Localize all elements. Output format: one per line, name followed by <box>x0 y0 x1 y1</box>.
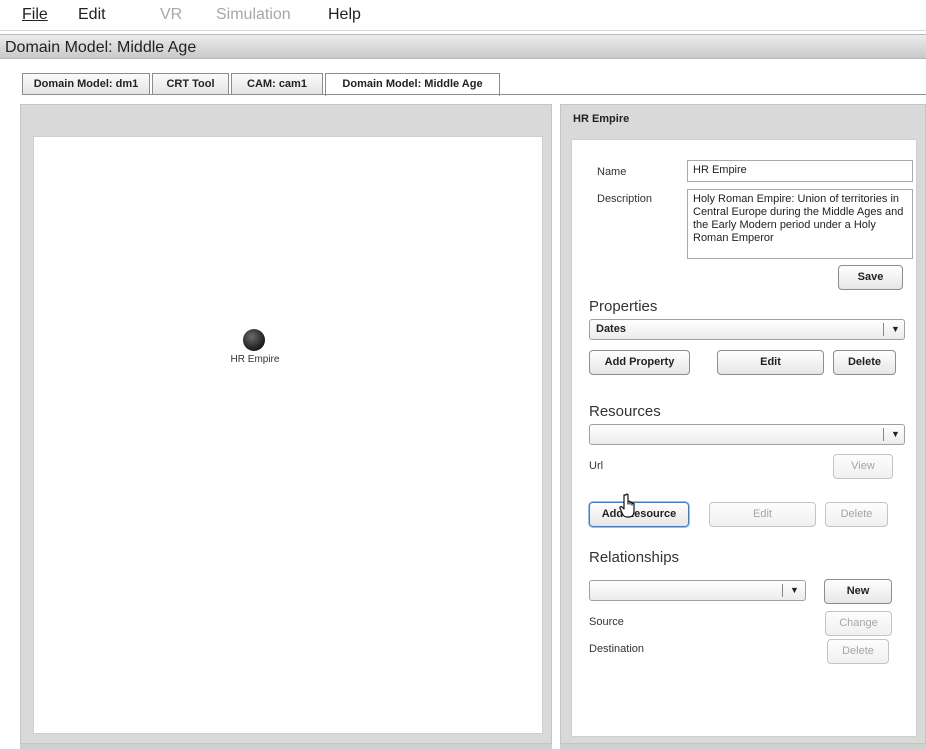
description-label: Description <box>597 193 653 205</box>
add-resource-button[interactable]: Add Resource <box>589 502 689 527</box>
menu-simulation: Simulation <box>216 6 291 23</box>
menu-edit[interactable]: Edit <box>78 6 106 24</box>
delete-property-button[interactable]: Delete <box>833 350 896 375</box>
save-button[interactable]: Save <box>838 265 903 290</box>
tab-domain-model-middle-age[interactable]: Domain Model: Middle Age <box>325 73 500 96</box>
menu-file[interactable]: File <box>22 6 48 24</box>
menu-help[interactable]: Help <box>328 6 361 24</box>
properties-dropdown[interactable]: Dates ▼ <box>589 319 905 340</box>
change-relationship-button[interactable]: Change <box>825 611 892 636</box>
delete-relationship-button[interactable]: Delete <box>827 639 889 664</box>
graph-canvas[interactable]: HR Empire <box>33 136 543 734</box>
chevron-down-icon: ▼ <box>891 324 900 334</box>
graph-panel-footer <box>20 744 552 749</box>
dropdown-separator <box>782 584 783 597</box>
properties-heading: Properties <box>589 298 658 315</box>
detail-title: HR Empire <box>573 113 630 125</box>
graph-panel: HR Empire <box>20 104 552 744</box>
menu-vr: VR <box>160 6 183 23</box>
menu-bar: File Edit VR Simulation Help <box>0 0 926 31</box>
menu-file-label: File <box>22 6 48 23</box>
name-label: Name <box>597 166 627 178</box>
chevron-down-icon: ▼ <box>891 429 900 439</box>
graph-node-hr-empire[interactable] <box>243 329 265 351</box>
tab-domain-model-dm1[interactable]: Domain Model: dm1 <box>22 73 150 94</box>
view-resource-button[interactable]: View <box>833 454 893 479</box>
resources-dropdown[interactable]: ▼ <box>589 424 905 445</box>
graph-node-label: HR Empire <box>230 354 280 365</box>
dropdown-separator <box>883 323 884 336</box>
detail-panel-footer <box>560 744 926 749</box>
tab-divider <box>22 94 926 95</box>
dropdown-separator <box>883 428 884 441</box>
tab-crt-tool[interactable]: CRT Tool <box>152 73 229 94</box>
tab-cam-cam1[interactable]: CAM: cam1 <box>231 73 323 94</box>
relationships-dropdown[interactable]: ▼ <box>589 580 806 601</box>
relationships-heading: Relationships <box>589 549 680 566</box>
delete-resource-button[interactable]: Delete <box>825 502 888 527</box>
name-field[interactable]: HR Empire <box>687 160 913 182</box>
detail-panel: HR Empire Name HR Empire Description Hol… <box>560 104 926 744</box>
add-property-button[interactable]: Add Property <box>589 350 690 375</box>
destination-label: Destination <box>589 643 645 655</box>
chevron-down-icon: ▼ <box>790 585 799 595</box>
source-label: Source <box>589 616 624 628</box>
properties-selected: Dates <box>596 323 626 335</box>
window-title: Domain Model: Middle Age <box>0 34 926 59</box>
edit-resource-button[interactable]: Edit <box>709 502 816 527</box>
edit-property-button[interactable]: Edit <box>717 350 824 375</box>
new-relationship-button[interactable]: New <box>824 579 892 604</box>
description-field[interactable]: Holy Roman Empire: Union of territories … <box>687 189 913 259</box>
resources-heading: Resources <box>589 403 661 420</box>
url-label: Url <box>589 460 604 472</box>
detail-form: Name HR Empire Description Holy Roman Em… <box>571 139 917 737</box>
